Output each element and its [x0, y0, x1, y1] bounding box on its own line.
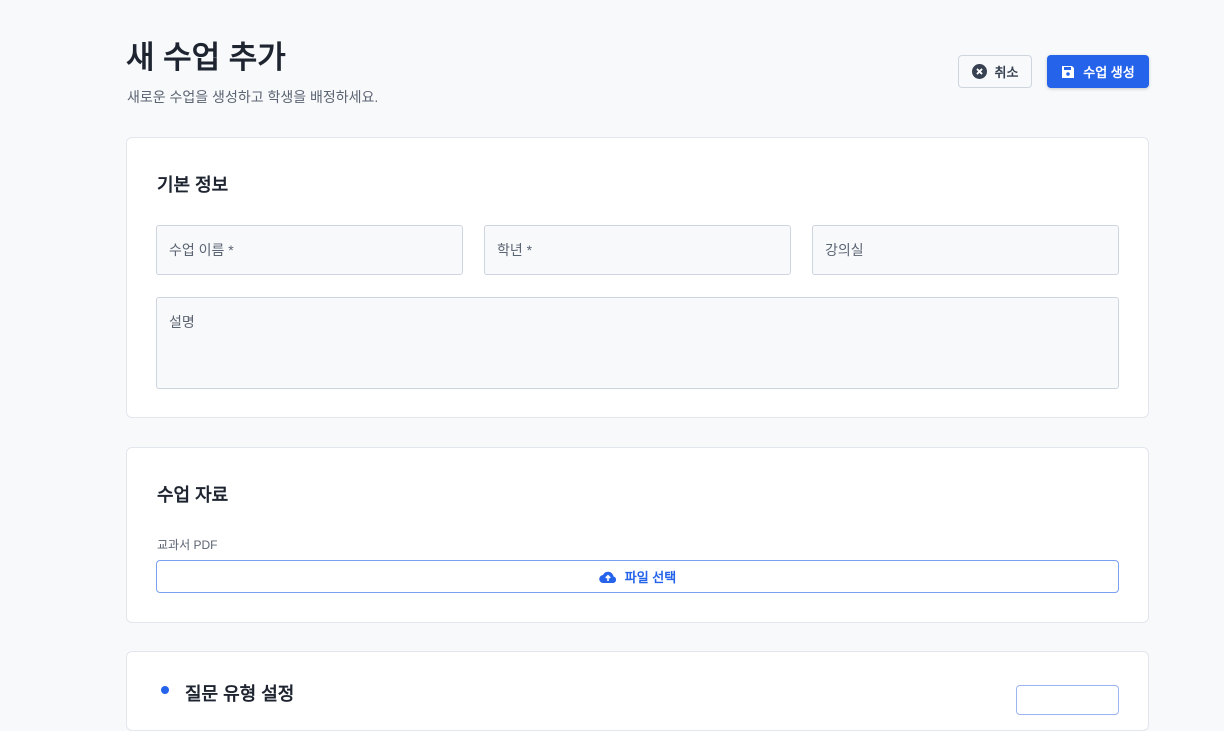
cancel-label: 취소 [994, 65, 1019, 80]
section-title: 기본 정보 [157, 175, 229, 195]
question-types-card: 질문 유형 설정 [126, 651, 1149, 731]
cloud-upload-icon [599, 571, 616, 583]
cancel-button[interactable]: 취소 [958, 55, 1032, 88]
description-textarea[interactable]: 설명 [156, 297, 1119, 389]
section-title: 질문 유형 설정 [185, 684, 295, 704]
create-label: 수업 생성 [1083, 65, 1135, 80]
classroom-input[interactable]: 강의실 [812, 225, 1119, 275]
materials-card: 수업 자료 교과서 PDF 파일 선택 [126, 447, 1149, 623]
basic-info-card: 기본 정보 수업 이름 * 학년 * 강의실 설명 [126, 137, 1149, 418]
section-action-button[interactable] [1016, 685, 1119, 715]
pdf-label: 교과서 PDF [157, 538, 218, 552]
save-icon [1062, 65, 1075, 78]
upload-label: 파일 선택 [624, 570, 677, 585]
file-select-button[interactable]: 파일 선택 [156, 560, 1119, 593]
section-title: 수업 자료 [157, 485, 229, 505]
page-title: 새 수업 추가 [126, 40, 286, 75]
close-circle-icon [971, 64, 987, 79]
section-dot-icon [161, 686, 169, 694]
grade-input[interactable]: 학년 * [484, 225, 791, 275]
class-name-input[interactable]: 수업 이름 * [156, 225, 463, 275]
create-class-button[interactable]: 수업 생성 [1047, 55, 1149, 88]
page-subtitle: 새로운 수업을 생성하고 학생을 배정하세요. [127, 89, 379, 105]
